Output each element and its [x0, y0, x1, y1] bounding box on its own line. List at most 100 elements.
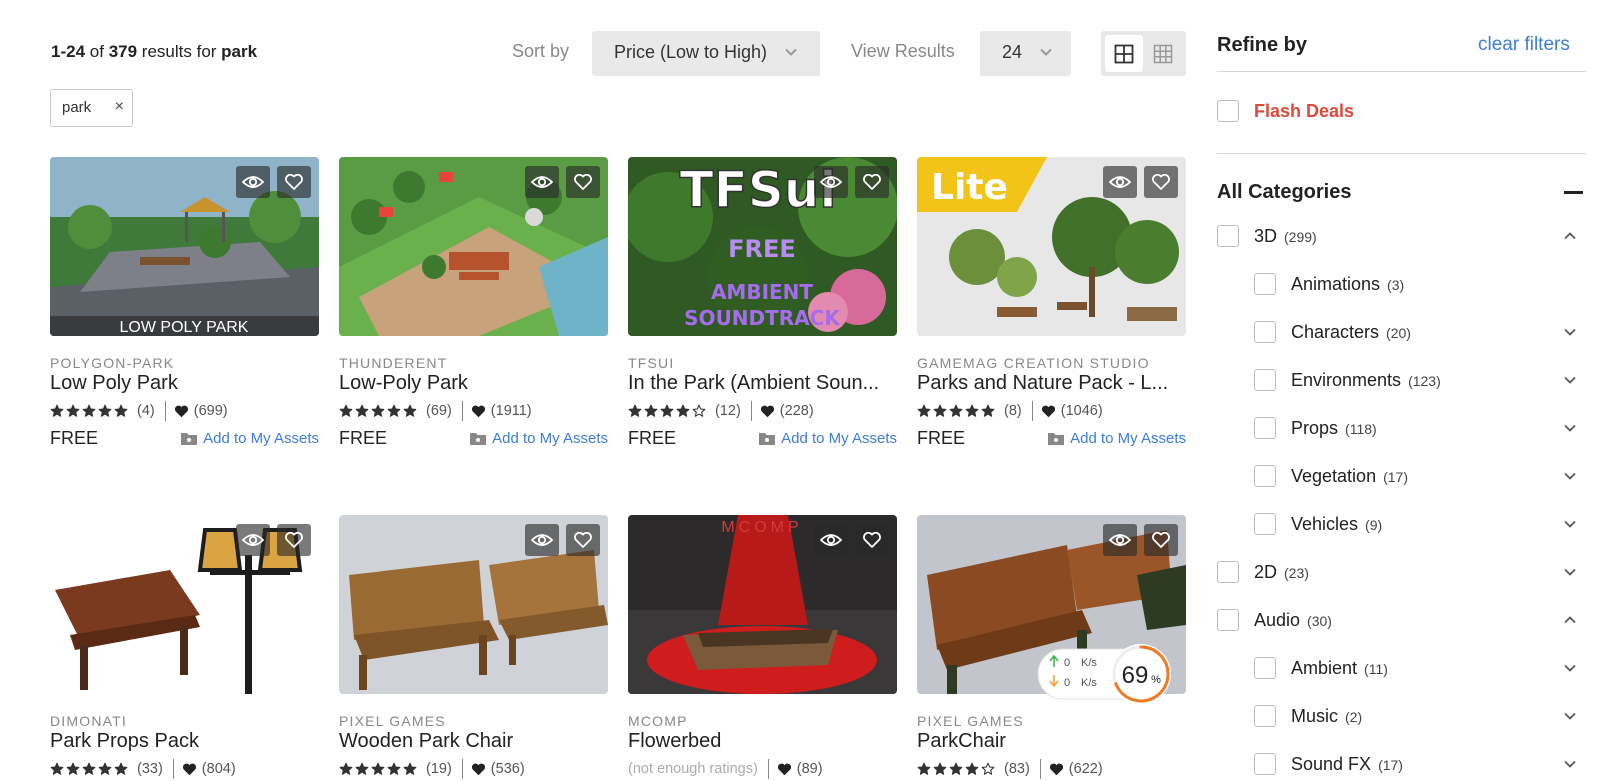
collapse-icon[interactable]	[1564, 191, 1583, 194]
chevron-up-icon[interactable]	[1563, 229, 1577, 243]
category-item-3d[interactable]: 3D (299)	[1254, 226, 1317, 247]
product-publisher[interactable]: MCOMP	[628, 713, 897, 729]
category-checkbox[interactable]	[1217, 225, 1239, 247]
product-thumbnail[interactable]	[339, 515, 608, 694]
product-title[interactable]: In the Park (Ambient Soun...	[628, 372, 897, 395]
chevron-down-icon[interactable]	[1563, 709, 1577, 723]
product-publisher[interactable]: THUNDERENT	[339, 355, 608, 371]
chevron-down-icon[interactable]	[1563, 517, 1577, 531]
category-checkbox[interactable]	[1254, 273, 1276, 295]
product-title[interactable]: Flowerbed	[628, 730, 897, 753]
view-results-select[interactable]: 24	[980, 31, 1071, 76]
add-to-my-assets-button[interactable]: Add to My Assets	[470, 430, 608, 447]
quick-view-button[interactable]	[236, 166, 270, 198]
flash-deals-label[interactable]: Flash Deals	[1254, 101, 1354, 122]
download-speed-unit: K/s	[1081, 677, 1097, 689]
close-icon[interactable]: ×	[115, 98, 124, 116]
product-publisher[interactable]: DIMONATI	[50, 713, 319, 729]
category-item-animations[interactable]: Animations (3)	[1291, 274, 1404, 295]
category-item-vehicles[interactable]: Vehicles (9)	[1291, 514, 1382, 535]
chevron-down-icon[interactable]	[1563, 421, 1577, 435]
chevron-down-icon[interactable]	[1563, 565, 1577, 579]
product-thumbnail[interactable]	[50, 515, 319, 694]
star-rating	[339, 404, 417, 418]
quick-view-button[interactable]	[1103, 524, 1137, 556]
wishlist-button[interactable]	[277, 524, 311, 556]
product-card[interactable]: PIXEL GAMES Wooden Park Chair (19) (536)	[339, 515, 608, 779]
wishlist-button[interactable]	[566, 524, 600, 556]
category-item-characters[interactable]: Characters (20)	[1291, 322, 1411, 343]
wishlist-button[interactable]	[566, 166, 600, 198]
grid-large-button[interactable]	[1105, 35, 1143, 72]
clear-filters-link[interactable]: clear filters	[1478, 34, 1570, 56]
product-publisher[interactable]: PIXEL GAMES	[339, 713, 608, 729]
category-checkbox[interactable]	[1254, 321, 1276, 343]
category-checkbox[interactable]	[1217, 561, 1239, 583]
add-to-my-assets-button[interactable]: Add to My Assets	[181, 430, 319, 447]
product-title[interactable]: Wooden Park Chair	[339, 730, 608, 753]
add-to-my-assets-button[interactable]: Add to My Assets	[759, 430, 897, 447]
product-title[interactable]: ParkChair	[917, 730, 1186, 753]
grid-small-button[interactable]	[1144, 35, 1182, 72]
category-item-sound-fx[interactable]: Sound FX (17)	[1291, 754, 1403, 775]
category-checkbox[interactable]	[1254, 753, 1276, 775]
wishlist-button[interactable]	[855, 524, 889, 556]
product-thumbnail[interactable]: MCOMP	[628, 515, 897, 694]
sort-select[interactable]: Price (Low to High)	[592, 31, 820, 76]
product-title[interactable]: Low Poly Park	[50, 372, 319, 395]
category-item-ambient[interactable]: Ambient (11)	[1291, 658, 1388, 679]
add-to-my-assets-button[interactable]: Add to My Assets	[1048, 430, 1186, 447]
chevron-down-icon[interactable]	[1563, 325, 1577, 339]
category-item-music[interactable]: Music (2)	[1291, 706, 1362, 727]
star-icon	[98, 404, 112, 417]
product-publisher[interactable]: TFSUI	[628, 355, 897, 371]
category-checkbox[interactable]	[1254, 705, 1276, 727]
chevron-up-icon[interactable]	[1563, 613, 1577, 627]
chevron-down-icon[interactable]	[1563, 757, 1577, 771]
category-checkbox[interactable]	[1254, 465, 1276, 487]
chevron-down-icon[interactable]	[1563, 469, 1577, 483]
category-item-vegetation[interactable]: Vegetation (17)	[1291, 466, 1408, 487]
category-checkbox[interactable]	[1254, 657, 1276, 679]
product-title[interactable]: Park Props Pack	[50, 730, 319, 753]
filter-chip[interactable]: park ×	[50, 89, 133, 127]
flash-deals-checkbox[interactable]	[1217, 100, 1239, 122]
chevron-down-icon[interactable]	[1563, 661, 1577, 675]
network-speed-widget[interactable]: 0 K/s 0 K/s 69 %	[1037, 643, 1175, 705]
product-thumbnail[interactable]	[339, 157, 608, 336]
product-card[interactable]: Lite GAMEMAG CREATION STUDIO Parks and N…	[917, 157, 1186, 449]
product-card[interactable]: DIMONATI Park Props Pack (33) (804)	[50, 515, 319, 779]
category-checkbox[interactable]	[1254, 513, 1276, 535]
quick-view-button[interactable]	[525, 166, 559, 198]
quick-view-button[interactable]	[814, 166, 848, 198]
product-publisher[interactable]: GAMEMAG CREATION STUDIO	[917, 355, 1186, 371]
product-title[interactable]: Parks and Nature Pack - L...	[917, 372, 1186, 395]
category-item-audio[interactable]: Audio (30)	[1254, 610, 1332, 631]
quick-view-button[interactable]	[525, 524, 559, 556]
wishlist-button[interactable]	[1144, 524, 1178, 556]
product-title[interactable]: Low-Poly Park	[339, 372, 608, 395]
category-checkbox[interactable]	[1254, 417, 1276, 439]
product-thumbnail[interactable]: Lite	[917, 157, 1186, 336]
category-item-environments[interactable]: Environments (123)	[1291, 370, 1441, 391]
product-card[interactable]: TFSui FREE AMBIENT SOUNDTRACK TFSUI In t…	[628, 157, 897, 449]
product-publisher[interactable]: POLYGON-PARK	[50, 355, 319, 371]
product-card[interactable]: MCOMP MCOMP Flowerbed (not enough rating…	[628, 515, 897, 779]
product-card[interactable]: LOW POLY PARK POLYGON-PARK Low Poly Park…	[50, 157, 319, 449]
category-checkbox[interactable]	[1217, 609, 1239, 631]
quick-view-button[interactable]	[1103, 166, 1137, 198]
wishlist-button[interactable]	[855, 166, 889, 198]
product-publisher[interactable]: PIXEL GAMES	[917, 713, 1186, 729]
category-item-2d[interactable]: 2D (23)	[1254, 562, 1309, 583]
product-card[interactable]: THUNDERENT Low-Poly Park (69) (1911) FRE…	[339, 157, 608, 449]
chevron-down-icon[interactable]	[1563, 373, 1577, 387]
divider	[767, 759, 769, 779]
product-thumbnail[interactable]: LOW POLY PARK	[50, 157, 319, 336]
category-checkbox[interactable]	[1254, 369, 1276, 391]
quick-view-button[interactable]	[814, 524, 848, 556]
wishlist-button[interactable]	[277, 166, 311, 198]
product-thumbnail[interactable]: TFSui FREE AMBIENT SOUNDTRACK	[628, 157, 897, 336]
category-item-props[interactable]: Props (118)	[1291, 418, 1377, 439]
quick-view-button[interactable]	[236, 524, 270, 556]
wishlist-button[interactable]	[1144, 166, 1178, 198]
